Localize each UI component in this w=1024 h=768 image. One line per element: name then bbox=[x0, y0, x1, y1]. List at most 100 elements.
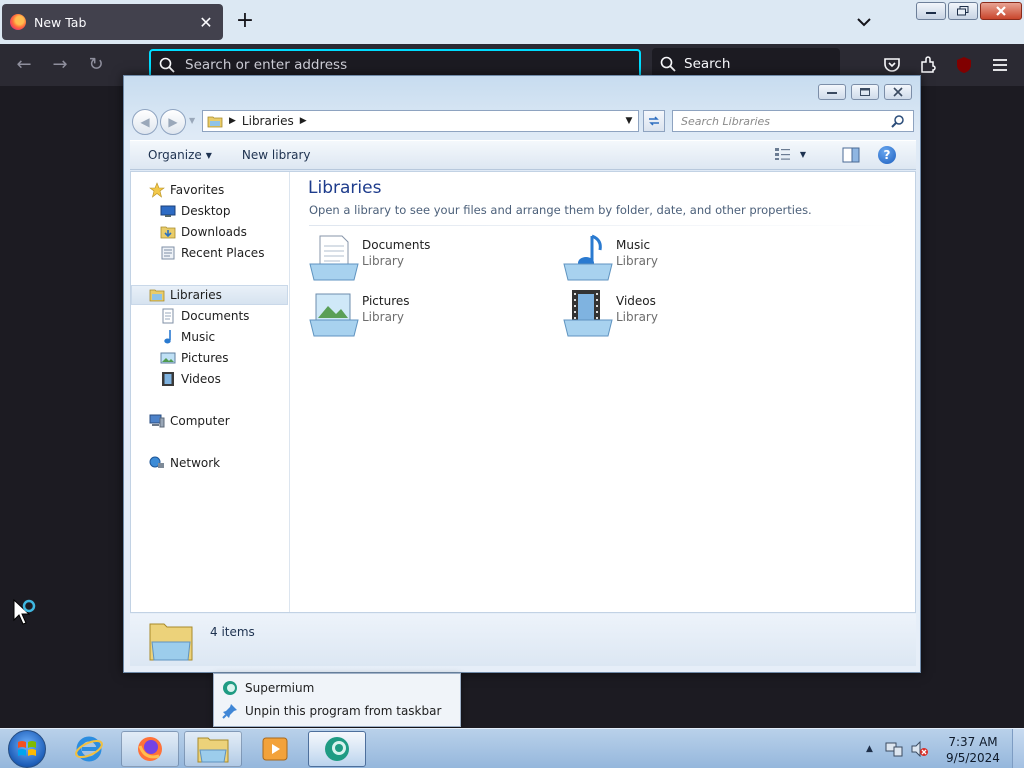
computer-icon bbox=[149, 413, 165, 429]
nav-label: Videos bbox=[181, 372, 221, 386]
explorer-close-button[interactable] bbox=[884, 84, 912, 100]
library-name: Pictures bbox=[362, 294, 410, 308]
menu-button[interactable] bbox=[989, 54, 1011, 76]
chevron-down-icon[interactable]: ▼ bbox=[800, 150, 806, 159]
clock[interactable]: 7:37 AM 9/5/2024 bbox=[940, 734, 1006, 766]
content-pane: Libraries Open a library to see your fil… bbox=[291, 172, 916, 612]
volume-muted-icon[interactable] bbox=[911, 741, 929, 757]
taskbar-firefox[interactable] bbox=[121, 731, 179, 767]
library-documents[interactable]: Documents Library bbox=[308, 232, 548, 282]
downloads-folder-icon bbox=[160, 224, 176, 240]
divider bbox=[309, 225, 901, 226]
explorer-back-button[interactable]: ◀ bbox=[132, 109, 158, 135]
explorer-body: Favorites Desktop Downloads Recent Place… bbox=[130, 171, 916, 613]
desktop-icon bbox=[160, 203, 176, 219]
pocket-button[interactable] bbox=[881, 54, 903, 76]
url-input[interactable] bbox=[185, 57, 605, 73]
hamburger-menu-icon bbox=[993, 59, 1007, 71]
nav-label: Music bbox=[181, 330, 216, 344]
help-button[interactable]: ? bbox=[878, 146, 896, 164]
nav-label: Pictures bbox=[181, 351, 229, 365]
organize-label: Organize bbox=[148, 148, 202, 162]
preview-pane-icon bbox=[842, 147, 860, 163]
nav-downloads[interactable]: Downloads bbox=[160, 222, 247, 242]
search-bar-label: Search bbox=[684, 56, 731, 72]
maximize-icon bbox=[860, 88, 870, 96]
address-dropdown-icon[interactable]: ▼ bbox=[622, 113, 636, 129]
nav-favorites[interactable]: Favorites bbox=[149, 180, 224, 200]
list-all-tabs-button[interactable] bbox=[852, 12, 876, 32]
library-name: Videos bbox=[616, 294, 656, 308]
nav-music[interactable]: Music bbox=[160, 327, 215, 347]
show-hidden-icons-button[interactable]: ▲ bbox=[866, 744, 873, 754]
start-button[interactable] bbox=[8, 730, 46, 768]
network-tray-icon[interactable] bbox=[885, 741, 903, 757]
nav-label: Favorites bbox=[170, 183, 225, 197]
search-icon bbox=[660, 56, 676, 72]
explorer-search-input[interactable] bbox=[681, 114, 891, 128]
breadcrumb-separator-icon[interactable]: ▶ bbox=[229, 116, 236, 126]
restore-button[interactable] bbox=[948, 2, 978, 20]
tab-new-tab[interactable]: New Tab ✕ bbox=[2, 4, 223, 40]
breadcrumb-libraries[interactable]: Libraries bbox=[242, 114, 294, 128]
preview-pane-button[interactable] bbox=[842, 147, 860, 166]
library-kind: Library bbox=[362, 254, 404, 268]
nav-network[interactable]: Network bbox=[149, 453, 220, 473]
change-view-button[interactable]: ▼ bbox=[774, 147, 806, 161]
jumplist-label: Supermium bbox=[245, 681, 315, 695]
nav-label: Computer bbox=[170, 414, 230, 428]
library-videos[interactable]: Videos Library bbox=[562, 288, 802, 338]
chevron-down-icon: ▼ bbox=[205, 150, 212, 160]
nav-computer[interactable]: Computer bbox=[149, 411, 230, 431]
recent-pages-dropdown[interactable]: ▼ bbox=[189, 116, 195, 125]
nav-label: Network bbox=[170, 456, 221, 470]
busy-cursor-icon bbox=[13, 598, 36, 625]
ublock-button[interactable] bbox=[953, 54, 975, 76]
explorer-minimize-button[interactable] bbox=[818, 84, 846, 100]
nav-libraries[interactable]: Libraries bbox=[131, 285, 288, 305]
address-bar[interactable]: ▶ Libraries ▶ ▼ bbox=[202, 110, 639, 132]
close-tab-icon[interactable]: ✕ bbox=[197, 13, 215, 32]
pocket-icon bbox=[884, 58, 900, 72]
recent-places-icon bbox=[160, 245, 176, 261]
new-library-button[interactable]: New library bbox=[242, 148, 311, 162]
nav-desktop[interactable]: Desktop bbox=[160, 201, 231, 221]
star-icon bbox=[149, 182, 165, 198]
clock-date: 9/5/2024 bbox=[946, 751, 1000, 765]
taskbar-internet-explorer[interactable] bbox=[60, 731, 118, 767]
nav-recent-places[interactable]: Recent Places bbox=[160, 243, 264, 263]
internet-explorer-icon bbox=[75, 736, 103, 762]
explorer-forward-button[interactable]: ▶ bbox=[160, 109, 186, 135]
nav-pictures[interactable]: Pictures bbox=[160, 348, 229, 368]
details-pane: 4 items bbox=[130, 614, 916, 666]
jumplist-open-supermium[interactable]: Supermium bbox=[222, 678, 314, 698]
taskbar-media-player[interactable] bbox=[246, 731, 304, 767]
library-music[interactable]: Music Library bbox=[562, 232, 802, 282]
new-tab-button[interactable]: + bbox=[233, 10, 257, 34]
taskbar-supermium[interactable] bbox=[308, 731, 366, 767]
organize-button[interactable]: Organize ▼ bbox=[148, 148, 212, 162]
nav-videos[interactable]: Videos bbox=[160, 369, 221, 389]
refresh-button[interactable] bbox=[643, 110, 665, 132]
taskbar-windows-explorer[interactable] bbox=[184, 731, 242, 767]
explorer-folder-icon bbox=[197, 737, 229, 763]
ublock-shield-icon bbox=[957, 57, 971, 73]
explorer-search-box[interactable] bbox=[672, 110, 914, 132]
reload-button[interactable]: ↻ bbox=[85, 54, 107, 76]
forward-button[interactable]: → bbox=[49, 54, 71, 76]
pictures-icon bbox=[160, 350, 176, 366]
network-icon bbox=[149, 455, 165, 471]
minimize-button[interactable] bbox=[916, 2, 946, 20]
libraries-folder-icon bbox=[207, 116, 223, 128]
back-button[interactable]: ← bbox=[13, 54, 35, 76]
show-desktop-button[interactable] bbox=[1012, 729, 1024, 768]
jumplist-unpin[interactable]: Unpin this program from taskbar bbox=[222, 701, 441, 721]
library-pictures[interactable]: Pictures Library bbox=[308, 288, 548, 338]
extensions-button[interactable] bbox=[917, 54, 939, 76]
breadcrumb-separator-icon[interactable]: ▶ bbox=[300, 116, 307, 126]
explorer-maximize-button[interactable] bbox=[851, 84, 879, 100]
puzzle-icon bbox=[921, 56, 936, 73]
close-window-button[interactable] bbox=[980, 2, 1022, 20]
nav-documents[interactable]: Documents bbox=[160, 306, 249, 326]
help-icon: ? bbox=[883, 148, 891, 162]
